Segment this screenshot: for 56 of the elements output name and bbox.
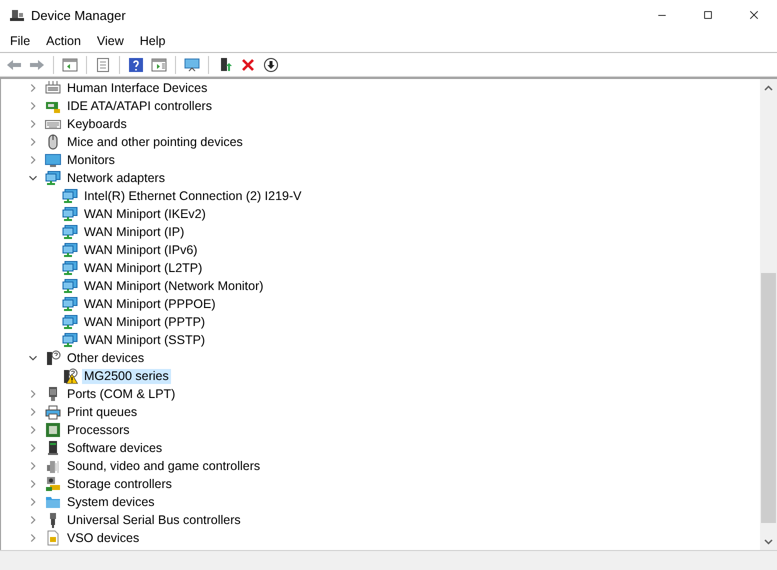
monitor-icon (45, 152, 61, 168)
tree-item[interactable]: Mice and other pointing devices (65, 134, 245, 150)
tree-item[interactable]: Storage controllers (65, 476, 174, 492)
tree-item[interactable]: WAN Miniport (IP) (82, 224, 186, 240)
tree-item[interactable]: WAN Miniport (IPv6) (82, 242, 200, 258)
document-icon[interactable] (95, 56, 111, 72)
tree-item[interactable]: WAN Miniport (PPTP) (82, 314, 208, 330)
tree-item[interactable]: Monitors (65, 152, 117, 168)
scroll-down-icon[interactable] (764, 538, 773, 544)
tree-item[interactable]: Ports (COM & LPT) (65, 386, 178, 402)
delete-icon[interactable] (240, 56, 256, 72)
scroll-up-icon[interactable] (764, 84, 773, 90)
menu-item[interactable]: Action (38, 34, 89, 48)
chip-icon (45, 422, 61, 438)
tree-item[interactable]: Human Interface Devices (65, 80, 210, 96)
tree-item[interactable]: IDE ATA/ATAPI controllers (65, 98, 214, 114)
device-page-icon (45, 530, 61, 546)
tree-item[interactable]: Software devices (65, 440, 164, 456)
scroll-thumb[interactable] (761, 272, 776, 524)
printer-icon (45, 404, 61, 420)
tree-item[interactable]: WAN Miniport (PPPOE) (82, 296, 218, 312)
tree-item[interactable]: WAN Miniport (Network Monitor) (82, 278, 266, 294)
tree-item[interactable]: WAN Miniport (SSTP) (82, 332, 208, 348)
tree-item[interactable]: Keyboards (65, 116, 129, 132)
tree-item[interactable]: Sound, video and game controllers (65, 458, 262, 474)
keyboard-icon (45, 80, 61, 96)
window-title: Device Manager (31, 8, 127, 22)
network-icon (45, 170, 61, 186)
tree-item[interactable]: VSO devices (65, 530, 142, 546)
tree-item[interactable]: Other devices (65, 350, 146, 366)
folder-icon (45, 494, 61, 510)
tree-item[interactable]: WAN Miniport (IKEv2) (82, 206, 208, 222)
close-icon[interactable] (748, 9, 760, 21)
window-icon[interactable] (151, 56, 167, 72)
menu-item[interactable]: Help (132, 34, 174, 48)
tree-item[interactable]: System devices (65, 494, 157, 510)
tree-item[interactable]: Print queues (65, 404, 140, 420)
scrollbar[interactable] (760, 79, 777, 550)
device-tower-icon (45, 440, 61, 456)
tree-item[interactable]: Processors (65, 422, 132, 438)
maximize-icon[interactable] (702, 9, 714, 21)
tree-item[interactable]: Intel(R) Ethernet Connection (2) I219-V (82, 188, 304, 204)
computer-icon (9, 7, 25, 23)
tree-item[interactable]: Universal Serial Bus controllers (65, 512, 243, 528)
speaker-icon (45, 458, 61, 474)
window-icon[interactable] (62, 56, 78, 72)
device-question-icon (45, 350, 61, 366)
tree-item[interactable]: MG2500 series (82, 368, 171, 384)
monitor-icon[interactable] (184, 56, 200, 72)
menu-item[interactable]: File (2, 34, 38, 48)
download-circle-icon[interactable] (263, 56, 279, 72)
tree-item[interactable]: WAN Miniport (L2TP) (82, 260, 204, 276)
storage-icon (45, 476, 61, 492)
tree-item[interactable]: Network adapters (65, 170, 167, 186)
help-icon[interactable] (128, 56, 144, 72)
menu-item[interactable]: View (88, 34, 132, 48)
